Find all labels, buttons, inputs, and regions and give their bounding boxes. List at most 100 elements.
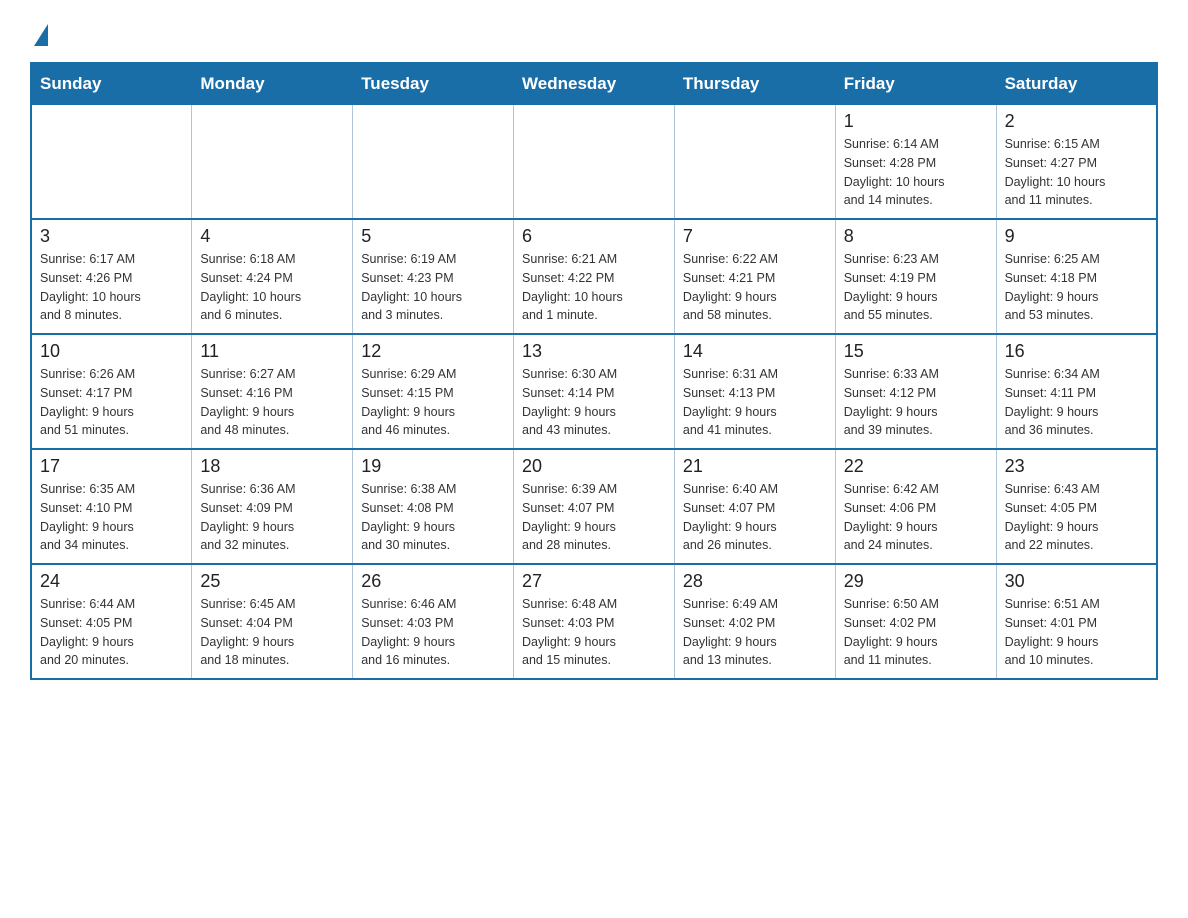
calendar-cell: 28 Sunrise: 6:49 AM Sunset: 4:02 PM Dayli… bbox=[674, 564, 835, 679]
day-info: Sunrise: 6:27 AM Sunset: 4:16 PM Dayligh… bbox=[200, 365, 344, 440]
day-info: Sunrise: 6:31 AM Sunset: 4:13 PM Dayligh… bbox=[683, 365, 827, 440]
calendar-cell: 2Sunrise: 6:15 AM Sunset: 4:27 PM Daylig… bbox=[996, 105, 1157, 220]
calendar-cell: 22 Sunrise: 6:42 AM Sunset: 4:06 PM Dayli… bbox=[835, 449, 996, 564]
day-number: 3 bbox=[40, 226, 183, 247]
day-number: 17 bbox=[40, 456, 183, 477]
day-info: Sunrise: 6:39 AM Sunset: 4:07 PM Dayligh… bbox=[522, 480, 666, 555]
calendar-cell bbox=[31, 105, 192, 220]
calendar-cell bbox=[514, 105, 675, 220]
calendar-cell: 27 Sunrise: 6:48 AM Sunset: 4:03 PM Dayli… bbox=[514, 564, 675, 679]
calendar-cell: 30 Sunrise: 6:51 AM Sunset: 4:01 PM Dayli… bbox=[996, 564, 1157, 679]
day-number: 21 bbox=[683, 456, 827, 477]
calendar-cell: 4 Sunrise: 6:18 AM Sunset: 4:24 PM Daylig… bbox=[192, 219, 353, 334]
day-number: 10 bbox=[40, 341, 183, 362]
day-number: 12 bbox=[361, 341, 505, 362]
day-info: Sunrise: 6:18 AM Sunset: 4:24 PM Dayligh… bbox=[200, 250, 344, 325]
day-number: 6 bbox=[522, 226, 666, 247]
day-info: Sunrise: 6:43 AM Sunset: 4:05 PM Dayligh… bbox=[1005, 480, 1148, 555]
calendar-week-row: 24Sunrise: 6:44 AM Sunset: 4:05 PM Dayli… bbox=[31, 564, 1157, 679]
day-info: Sunrise: 6:48 AM Sunset: 4:03 PM Dayligh… bbox=[522, 595, 666, 670]
day-number: 4 bbox=[200, 226, 344, 247]
day-info: Sunrise: 6:30 AM Sunset: 4:14 PM Dayligh… bbox=[522, 365, 666, 440]
day-number: 28 bbox=[683, 571, 827, 592]
calendar-cell bbox=[353, 105, 514, 220]
calendar-cell: 12 Sunrise: 6:29 AM Sunset: 4:15 PM Dayli… bbox=[353, 334, 514, 449]
calendar-cell: 18 Sunrise: 6:36 AM Sunset: 4:09 PM Dayli… bbox=[192, 449, 353, 564]
calendar-table: SundayMondayTuesdayWednesdayThursdayFrid… bbox=[30, 62, 1158, 680]
day-info: Sunrise: 6:23 AM Sunset: 4:19 PM Dayligh… bbox=[844, 250, 988, 325]
calendar-cell: 13 Sunrise: 6:30 AM Sunset: 4:14 PM Dayli… bbox=[514, 334, 675, 449]
calendar-cell: 1Sunrise: 6:14 AM Sunset: 4:28 PM Daylig… bbox=[835, 105, 996, 220]
weekday-header-tuesday: Tuesday bbox=[353, 63, 514, 105]
calendar-cell: 26 Sunrise: 6:46 AM Sunset: 4:03 PM Dayli… bbox=[353, 564, 514, 679]
day-info: Sunrise: 6:40 AM Sunset: 4:07 PM Dayligh… bbox=[683, 480, 827, 555]
day-number: 16 bbox=[1005, 341, 1148, 362]
weekday-header-sunday: Sunday bbox=[31, 63, 192, 105]
calendar-week-row: 17 Sunrise: 6:35 AM Sunset: 4:10 PM Dayli… bbox=[31, 449, 1157, 564]
day-info: Sunrise: 6:42 AM Sunset: 4:06 PM Dayligh… bbox=[844, 480, 988, 555]
day-info: Sunrise: 6:50 AM Sunset: 4:02 PM Dayligh… bbox=[844, 595, 988, 670]
calendar-cell: 19 Sunrise: 6:38 AM Sunset: 4:08 PM Dayli… bbox=[353, 449, 514, 564]
logo-triangle-icon bbox=[34, 24, 48, 46]
calendar-cell: 17 Sunrise: 6:35 AM Sunset: 4:10 PM Dayli… bbox=[31, 449, 192, 564]
calendar-week-row: 1Sunrise: 6:14 AM Sunset: 4:28 PM Daylig… bbox=[31, 105, 1157, 220]
day-info: Sunrise: 6:51 AM Sunset: 4:01 PM Dayligh… bbox=[1005, 595, 1148, 670]
calendar-cell: 5Sunrise: 6:19 AM Sunset: 4:23 PM Daylig… bbox=[353, 219, 514, 334]
day-info: Sunrise: 6:21 AM Sunset: 4:22 PM Dayligh… bbox=[522, 250, 666, 325]
calendar-cell: 29 Sunrise: 6:50 AM Sunset: 4:02 PM Dayli… bbox=[835, 564, 996, 679]
day-info: Sunrise: 6:22 AM Sunset: 4:21 PM Dayligh… bbox=[683, 250, 827, 325]
calendar-cell: 14 Sunrise: 6:31 AM Sunset: 4:13 PM Dayli… bbox=[674, 334, 835, 449]
calendar-cell: 20 Sunrise: 6:39 AM Sunset: 4:07 PM Dayli… bbox=[514, 449, 675, 564]
weekday-header-monday: Monday bbox=[192, 63, 353, 105]
day-number: 23 bbox=[1005, 456, 1148, 477]
day-number: 29 bbox=[844, 571, 988, 592]
calendar-cell: 23 Sunrise: 6:43 AM Sunset: 4:05 PM Dayli… bbox=[996, 449, 1157, 564]
calendar-cell: 8 Sunrise: 6:23 AM Sunset: 4:19 PM Daylig… bbox=[835, 219, 996, 334]
day-number: 9 bbox=[1005, 226, 1148, 247]
day-info: Sunrise: 6:45 AM Sunset: 4:04 PM Dayligh… bbox=[200, 595, 344, 670]
day-number: 27 bbox=[522, 571, 666, 592]
calendar-cell: 7 Sunrise: 6:22 AM Sunset: 4:21 PM Daylig… bbox=[674, 219, 835, 334]
day-info: Sunrise: 6:33 AM Sunset: 4:12 PM Dayligh… bbox=[844, 365, 988, 440]
day-info: Sunrise: 6:25 AM Sunset: 4:18 PM Dayligh… bbox=[1005, 250, 1148, 325]
day-info: Sunrise: 6:38 AM Sunset: 4:08 PM Dayligh… bbox=[361, 480, 505, 555]
calendar-header-row: SundayMondayTuesdayWednesdayThursdayFrid… bbox=[31, 63, 1157, 105]
weekday-header-friday: Friday bbox=[835, 63, 996, 105]
day-number: 13 bbox=[522, 341, 666, 362]
day-number: 14 bbox=[683, 341, 827, 362]
day-info: Sunrise: 6:17 AM Sunset: 4:26 PM Dayligh… bbox=[40, 250, 183, 325]
weekday-header-saturday: Saturday bbox=[996, 63, 1157, 105]
day-info: Sunrise: 6:29 AM Sunset: 4:15 PM Dayligh… bbox=[361, 365, 505, 440]
calendar-cell: 25 Sunrise: 6:45 AM Sunset: 4:04 PM Dayli… bbox=[192, 564, 353, 679]
calendar-week-row: 10 Sunrise: 6:26 AM Sunset: 4:17 PM Dayli… bbox=[31, 334, 1157, 449]
day-number: 30 bbox=[1005, 571, 1148, 592]
calendar-cell: 24Sunrise: 6:44 AM Sunset: 4:05 PM Dayli… bbox=[31, 564, 192, 679]
day-number: 20 bbox=[522, 456, 666, 477]
calendar-cell: 16Sunrise: 6:34 AM Sunset: 4:11 PM Dayli… bbox=[996, 334, 1157, 449]
calendar-cell: 15 Sunrise: 6:33 AM Sunset: 4:12 PM Dayli… bbox=[835, 334, 996, 449]
day-number: 8 bbox=[844, 226, 988, 247]
day-number: 7 bbox=[683, 226, 827, 247]
calendar-cell bbox=[192, 105, 353, 220]
day-info: Sunrise: 6:26 AM Sunset: 4:17 PM Dayligh… bbox=[40, 365, 183, 440]
calendar-cell: 10 Sunrise: 6:26 AM Sunset: 4:17 PM Dayli… bbox=[31, 334, 192, 449]
calendar-cell: 9 Sunrise: 6:25 AM Sunset: 4:18 PM Daylig… bbox=[996, 219, 1157, 334]
day-number: 18 bbox=[200, 456, 344, 477]
calendar-cell: 6 Sunrise: 6:21 AM Sunset: 4:22 PM Daylig… bbox=[514, 219, 675, 334]
day-number: 5 bbox=[361, 226, 505, 247]
day-info: Sunrise: 6:15 AM Sunset: 4:27 PM Dayligh… bbox=[1005, 135, 1148, 210]
day-info: Sunrise: 6:46 AM Sunset: 4:03 PM Dayligh… bbox=[361, 595, 505, 670]
day-number: 24 bbox=[40, 571, 183, 592]
day-info: Sunrise: 6:49 AM Sunset: 4:02 PM Dayligh… bbox=[683, 595, 827, 670]
day-number: 11 bbox=[200, 341, 344, 362]
day-number: 1 bbox=[844, 111, 988, 132]
day-info: Sunrise: 6:35 AM Sunset: 4:10 PM Dayligh… bbox=[40, 480, 183, 555]
day-number: 19 bbox=[361, 456, 505, 477]
day-number: 22 bbox=[844, 456, 988, 477]
day-number: 15 bbox=[844, 341, 988, 362]
calendar-cell: 11 Sunrise: 6:27 AM Sunset: 4:16 PM Dayli… bbox=[192, 334, 353, 449]
day-number: 26 bbox=[361, 571, 505, 592]
calendar-cell: 21 Sunrise: 6:40 AM Sunset: 4:07 PM Dayli… bbox=[674, 449, 835, 564]
day-number: 25 bbox=[200, 571, 344, 592]
day-info: Sunrise: 6:36 AM Sunset: 4:09 PM Dayligh… bbox=[200, 480, 344, 555]
